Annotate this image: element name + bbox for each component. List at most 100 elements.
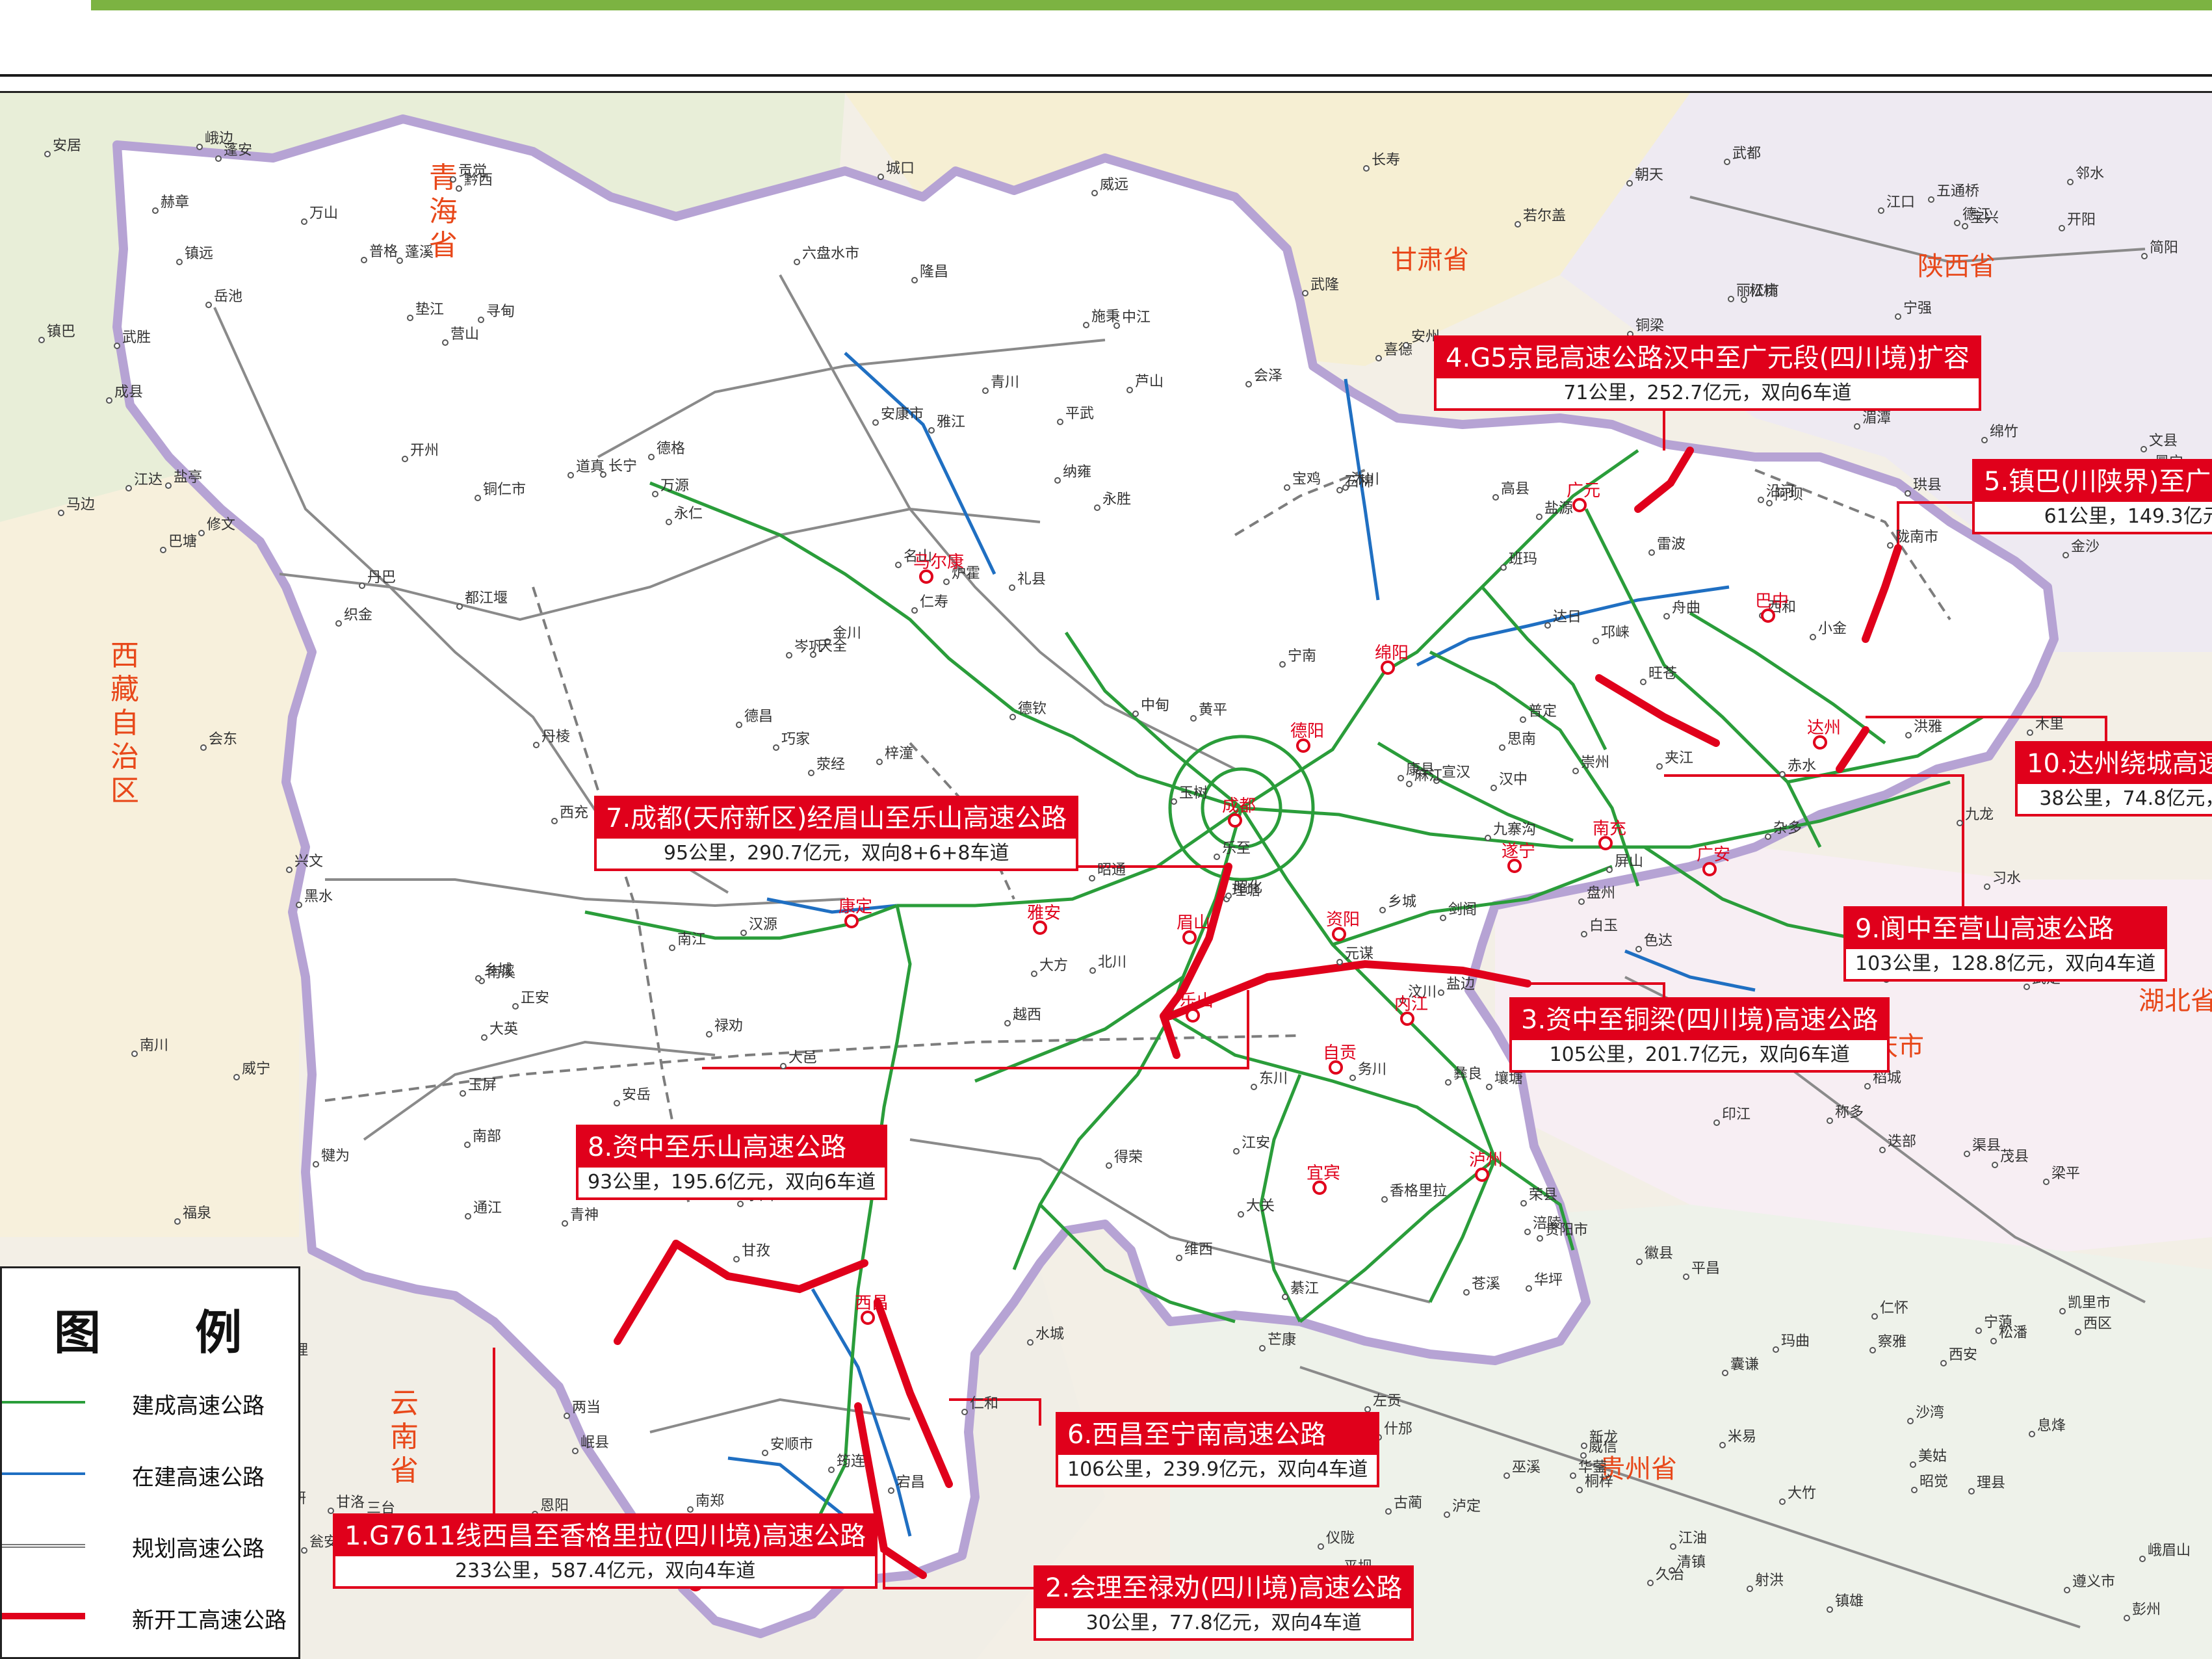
town-label: 江安 — [1242, 1135, 1270, 1151]
project-label-2[interactable]: 2.会理至禄劝(四川境)高速公路 30公里，77.8亿元，双向4车道 — [1034, 1565, 1414, 1641]
city-marker — [1572, 498, 1587, 512]
project-detail: 95公里，290.7亿元，双向8+6+8车道 — [663, 842, 1009, 865]
town-marker — [1259, 1345, 1266, 1352]
town-marker — [2059, 225, 2065, 231]
project-label-9[interactable]: 9.阆中至营山高速公路 103公里，128.8亿元，双向4车道 — [1843, 906, 2168, 982]
town-label: 息烽 — [2037, 1418, 2066, 1434]
town-marker — [1176, 1255, 1182, 1261]
project-label-8[interactable]: 8.资中至乐山高速公路 93公里，195.6亿元，双向6车道 — [576, 1125, 888, 1200]
city-marker — [1186, 1008, 1200, 1023]
town-label: 朝天 — [1635, 167, 1663, 183]
town-marker — [652, 491, 658, 497]
town-marker — [1214, 854, 1220, 860]
town-marker — [562, 1220, 568, 1227]
town-label: 荣县 — [1529, 1187, 1557, 1203]
town-marker — [1907, 1418, 1914, 1424]
city-label: 马尔康 — [913, 553, 964, 572]
town-marker — [1647, 1580, 1654, 1586]
town-label: 德江 — [1962, 207, 1991, 223]
town-marker — [442, 339, 449, 346]
town-marker — [1747, 1586, 1753, 1592]
town-label: 江油 — [1678, 1530, 1707, 1547]
town-marker — [44, 151, 51, 157]
project-label-1[interactable]: 1.G7611线西昌至香格里拉(四川境)高速公路 233公里，587.4亿元，双… — [333, 1513, 878, 1589]
town-marker — [1911, 1487, 1918, 1493]
town-label: 汉源 — [749, 917, 777, 933]
town-marker — [1765, 833, 1771, 840]
project-label-7[interactable]: 7.成都(天府新区)经眉山至乐山高速公路 95公里，290.7亿元，双向8+6+… — [594, 796, 1079, 871]
town-label: 铜梁 — [1635, 318, 1664, 334]
town-label: 岳池 — [214, 289, 242, 305]
project-title: 7.成都(天府新区)经眉山至乐山高速公路 — [597, 798, 1076, 839]
town-marker — [335, 620, 342, 627]
town-marker — [1091, 190, 1098, 196]
town-marker — [1864, 1083, 1871, 1090]
city-label: 巴中 — [1755, 592, 1789, 611]
town-label: 甘孜 — [742, 1243, 770, 1259]
town-label: 昭化 — [1234, 880, 1262, 896]
town-label: 五通桥 — [1936, 183, 1979, 200]
town-label: 囊谦 — [1730, 1357, 1759, 1373]
project-label-4[interactable]: 4.G5京昆高速公路汉中至广元段(四川境)扩容 71公里，252.7亿元，双向6… — [1434, 335, 1981, 411]
town-marker — [106, 397, 112, 404]
town-marker — [878, 174, 884, 180]
project-label-6[interactable]: 6.西昌至宁南高速公路 106公里，239.9亿元，双向4车道 — [1056, 1412, 1380, 1487]
town-label: 彭州 — [2132, 1602, 2161, 1618]
town-marker — [1363, 165, 1370, 172]
town-label: 湄潭 — [1862, 410, 1891, 426]
town-label: 筠连 — [837, 1454, 865, 1470]
project-label-3[interactable]: 3.资中至铜梁(四川境)高速公路 105公里，201.7亿元，双向6车道 — [1509, 997, 1890, 1073]
city-label: 广元 — [1567, 481, 1600, 501]
city-marker — [1400, 1012, 1414, 1026]
town-label: 达日 — [1553, 609, 1581, 625]
town-label: 仁寿 — [920, 594, 948, 610]
town-label: 万源 — [660, 478, 689, 494]
town-label: 水城 — [1035, 1326, 1064, 1342]
town-label: 乡城 — [484, 962, 512, 978]
town-marker — [2075, 1329, 2081, 1335]
town-label: 峨眉山 — [2148, 1543, 2191, 1559]
city-label: 康定 — [839, 897, 872, 917]
town-marker — [58, 510, 64, 516]
town-marker — [1827, 1606, 1833, 1613]
town-marker — [2029, 1431, 2035, 1437]
city-label: 遂宁 — [1502, 842, 1535, 861]
town-marker — [198, 530, 205, 536]
town-marker — [1758, 497, 1764, 503]
town-marker — [666, 519, 672, 525]
project-label-10[interactable]: 10.达州绕城高速公路 38公里，74.8亿元，双向 — [2015, 741, 2212, 816]
town-label: 南郑 — [696, 1493, 724, 1509]
province-gansu: 甘肃省 — [1391, 245, 1469, 275]
town-label: 仪陇 — [1326, 1530, 1355, 1547]
town-label: 宁蒗 — [1984, 1314, 2012, 1331]
town-label: 永仁 — [674, 506, 703, 522]
town-marker — [1663, 613, 1670, 620]
legend-item-under-construction: 在建高速公路 — [2, 1456, 301, 1495]
under-construction-line-swatch — [2, 1472, 85, 1475]
town-marker — [1379, 907, 1386, 913]
town-marker — [465, 1213, 471, 1220]
town-marker — [1336, 487, 1343, 493]
town-marker — [2059, 1308, 2066, 1314]
town-label: 木里 — [2035, 716, 2064, 733]
town-marker — [1486, 1084, 1492, 1090]
project-detail: 30公里，77.8亿元，双向4车道 — [1086, 1612, 1362, 1634]
project-label-5[interactable]: 5.镇巴(川陕界)至广安高速公路 61公里，149.3亿元，双向 — [1972, 459, 2212, 534]
town-label: 安康市 — [881, 406, 924, 423]
city-label: 南充 — [1593, 819, 1626, 839]
town-marker — [301, 1547, 307, 1554]
city-marker — [1182, 930, 1197, 945]
town-label: 丹巴 — [367, 569, 396, 586]
town-marker — [1499, 744, 1505, 751]
town-label: 平昌 — [1691, 1261, 1720, 1277]
town-label: 汉中 — [1499, 772, 1528, 788]
town-label: 松桃 — [1749, 283, 1778, 300]
town-label: 白玉 — [1589, 918, 1618, 934]
town-marker — [1962, 223, 1968, 229]
town-label: 玉屏 — [468, 1077, 497, 1093]
town-label: 印江 — [1722, 1106, 1750, 1123]
town-marker — [533, 742, 540, 748]
town-marker — [1576, 1487, 1583, 1493]
town-label: 宣汉 — [1442, 764, 1470, 781]
town-label: 左贡 — [1373, 1393, 1401, 1409]
